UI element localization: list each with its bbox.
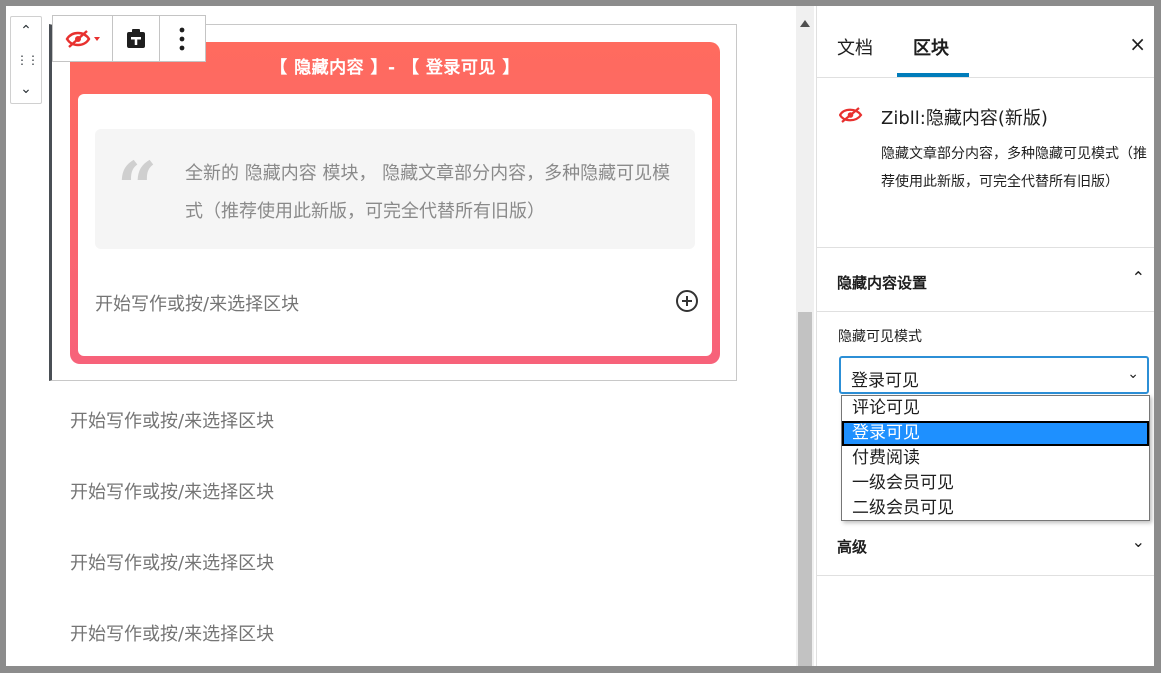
hidden-content-block[interactable]: 【 隐藏内容 】- 【 登录可见 】 “ 全新的 隐藏内容 模块， 隐藏文章部分… xyxy=(70,42,720,364)
eye-slash-icon xyxy=(65,29,100,48)
dropdown-option[interactable]: 评论可见 xyxy=(842,396,1149,421)
block-type-button[interactable] xyxy=(113,16,160,61)
add-block-plus-icon[interactable] xyxy=(676,290,698,312)
advanced-panel-header[interactable]: 高级 ⌄ xyxy=(817,512,1154,576)
chevron-up-icon: ⌃ xyxy=(1131,268,1145,287)
editor-scrollbar[interactable] xyxy=(796,6,814,666)
block-toolbar xyxy=(52,15,206,62)
dropdown-option-selected[interactable]: 登录可见 xyxy=(842,421,1149,446)
active-tab-indicator xyxy=(897,73,969,77)
scroll-thumb[interactable] xyxy=(798,312,812,666)
quote-icon: “ xyxy=(117,146,158,229)
block-badge-icon xyxy=(126,28,145,48)
sidebar-tabs: 文档 区块 × xyxy=(817,6,1154,78)
close-sidebar-button[interactable]: × xyxy=(1129,32,1146,56)
settings-panel-title: 隐藏内容设置 xyxy=(837,274,928,292)
chevron-down-icon: ⌄ xyxy=(1131,532,1145,551)
block-type-switcher[interactable] xyxy=(53,16,114,61)
paragraph-placeholder[interactable]: 开始写作或按/来选择区块 xyxy=(70,407,274,433)
inner-paragraph-placeholder[interactable]: 开始写作或按/来选择区块 xyxy=(95,290,299,316)
chevron-down-icon: ⌄ xyxy=(1127,366,1139,382)
paragraph-placeholder[interactable]: 开始写作或按/来选择区块 xyxy=(70,620,274,646)
tab-block[interactable]: 区块 xyxy=(913,34,949,60)
drag-handle-icon[interactable]: ⋮⋮ xyxy=(16,50,39,70)
hidden-block-inner: “ 全新的 隐藏内容 模块， 隐藏文章部分内容，多种隐藏可见模式（推荐使用此新版… xyxy=(78,94,712,356)
visibility-mode-label: 隐藏可见模式 xyxy=(838,329,922,345)
paragraph-placeholder[interactable]: 开始写作或按/来选择区块 xyxy=(70,478,274,504)
tab-document[interactable]: 文档 xyxy=(837,34,873,60)
quote-text: 全新的 隐藏内容 模块， 隐藏文章部分内容，多种隐藏可见模式（推荐使用此新版，可… xyxy=(185,163,671,222)
select-value: 登录可见 xyxy=(851,371,919,391)
settings-sidebar: 文档 区块 × Zibll:隐藏内容(新版) 隐藏文章部分内容，多种隐藏可见模式… xyxy=(816,6,1154,666)
block-card-description: 隐藏文章部分内容，多种隐藏可见模式（推荐使用此新版，可完全代替所有旧版） xyxy=(881,146,1147,190)
eye-slash-icon xyxy=(839,107,863,123)
block-info-card: Zibll:隐藏内容(新版) 隐藏文章部分内容，多种隐藏可见模式（推荐使用此新版… xyxy=(817,78,1154,248)
dropdown-option[interactable]: 付费阅读 xyxy=(842,446,1149,471)
editor-window: ⌃ ⋮⋮ ⌄ 【 隐藏内容 】- 【 登录可见 】 “ 全新的 隐藏内容 模块，… xyxy=(6,6,1154,666)
vertical-ellipsis-icon xyxy=(179,27,185,50)
dropdown-option[interactable]: 二级会员可见 xyxy=(842,496,1149,521)
move-down-icon[interactable]: ⌄ xyxy=(16,79,36,99)
block-card-title: Zibll:隐藏内容(新版) xyxy=(881,108,1048,129)
editor-canvas: ⌃ ⋮⋮ ⌄ 【 隐藏内容 】- 【 登录可见 】 “ 全新的 隐藏内容 模块，… xyxy=(6,6,796,666)
scroll-up-arrow-icon[interactable] xyxy=(800,20,810,27)
visibility-mode-select[interactable]: 登录可见 ⌄ xyxy=(839,356,1149,394)
block-mover: ⌃ ⋮⋮ ⌄ xyxy=(10,16,42,104)
block-notice-quote: “ 全新的 隐藏内容 模块， 隐藏文章部分内容，多种隐藏可见模式（推荐使用此新版… xyxy=(95,129,695,249)
more-options-button[interactable] xyxy=(160,16,205,61)
move-up-icon[interactable]: ⌃ xyxy=(16,21,36,41)
settings-panel-header[interactable]: 隐藏内容设置 ⌃ xyxy=(817,248,1154,312)
paragraph-placeholder[interactable]: 开始写作或按/来选择区块 xyxy=(70,549,274,575)
visibility-mode-dropdown: 评论可见 登录可见 付费阅读 一级会员可见 二级会员可见 xyxy=(841,395,1150,521)
dropdown-option[interactable]: 一级会员可见 xyxy=(842,471,1149,496)
advanced-panel-title: 高级 xyxy=(837,538,868,556)
